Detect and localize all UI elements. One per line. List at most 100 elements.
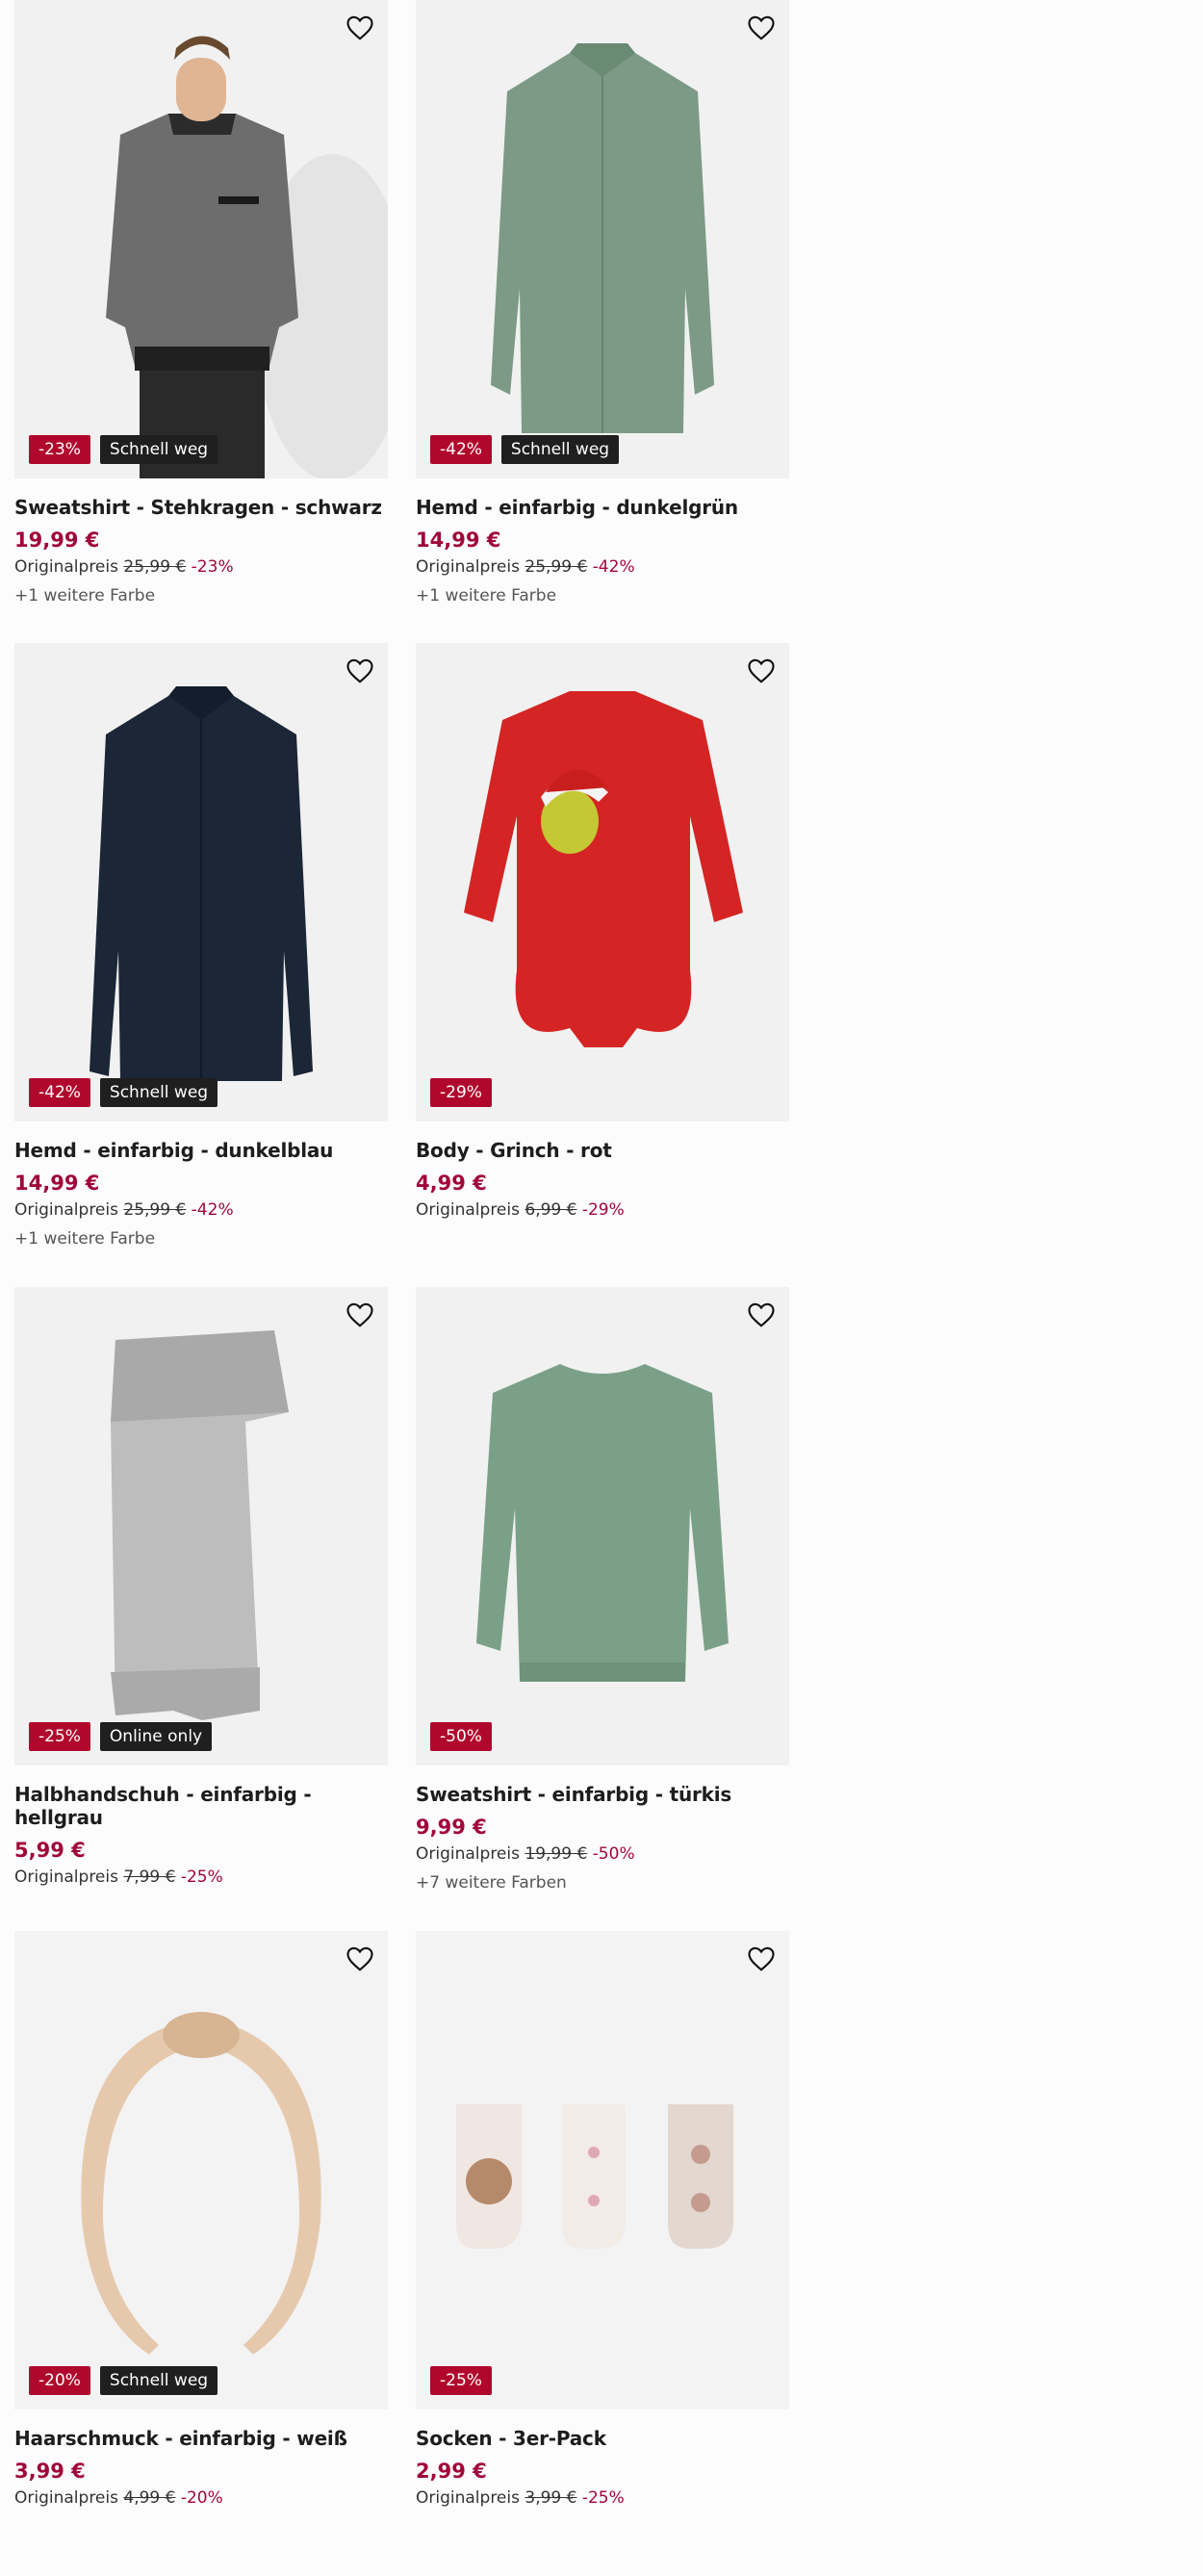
original-price-label: Originalpreis (416, 557, 520, 577)
original-price-line: Originalpreis 6,99 € -29% (416, 1200, 789, 1220)
product-card[interactable]: -42% Schnell weg Hemd - einfarbig - dunk… (416, 0, 789, 605)
product-card[interactable]: -23% Schnell weg Sweatshirt - Stehkragen… (14, 0, 388, 605)
original-price-line: Originalpreis 4,99 € -20% (14, 2488, 388, 2508)
original-price-line: Originalpreis 25,99 € -23% (14, 557, 388, 577)
product-price: 9,99 € (416, 1816, 487, 1839)
green-shirt-image (416, 0, 789, 478)
headband-image (14, 1931, 388, 2409)
status-badge: Schnell weg (99, 435, 218, 464)
product-price: 14,99 € (14, 1172, 100, 1195)
discount-badge: -42% (430, 435, 492, 464)
product-image[interactable]: -25% Online only (14, 1287, 388, 1765)
product-image[interactable]: -23% Schnell weg (14, 0, 388, 478)
badges: -25% Online only (29, 1722, 213, 1751)
wishlist-heart-icon[interactable] (743, 653, 780, 689)
original-price: 4,99 € (123, 2488, 176, 2508)
discount-percent: -42% (191, 1200, 234, 1220)
product-card[interactable]: -25% Socken - 3er-Pack 2,99 € Originalpr… (416, 1931, 789, 2508)
original-price-line: Originalpreis 19,99 € -50% (416, 1844, 789, 1864)
discount-badge: -23% (29, 435, 90, 464)
product-image[interactable]: -25% (416, 1931, 789, 2409)
discount-badge: -20% (29, 2366, 90, 2395)
status-badge: Schnell weg (500, 435, 620, 464)
status-badge: Online only (99, 1722, 213, 1751)
status-badge: Schnell weg (99, 1078, 218, 1107)
original-price-label: Originalpreis (14, 1868, 118, 1887)
product-card[interactable]: -50% Sweatshirt - einfarbig - türkis 9,9… (416, 1287, 789, 1893)
discount-percent: -29% (581, 1200, 625, 1220)
product-price: 19,99 € (14, 528, 100, 552)
wishlist-heart-icon[interactable] (342, 1297, 378, 1333)
original-price-label: Originalpreis (416, 1200, 520, 1220)
badges: -23% Schnell weg (29, 435, 218, 464)
discount-badge: -25% (29, 1722, 90, 1751)
sweatshirt-model-image (14, 0, 388, 478)
product-title[interactable]: Hemd - einfarbig - dunkelblau (14, 1139, 388, 1162)
wishlist-heart-icon[interactable] (743, 1941, 780, 1977)
original-price: 25,99 € (525, 557, 588, 577)
product-image[interactable]: -42% Schnell weg (14, 643, 388, 1121)
product-card[interactable]: -25% Online only Halbhandschuh - einfarb… (14, 1287, 388, 1887)
red-body-image (416, 643, 789, 1121)
wishlist-heart-icon[interactable] (743, 10, 780, 46)
discount-percent: -42% (592, 557, 635, 577)
product-image[interactable]: -42% Schnell weg (416, 0, 789, 478)
badges: -29% (430, 1078, 492, 1107)
original-price-label: Originalpreis (14, 1200, 118, 1220)
product-price: 2,99 € (416, 2460, 487, 2483)
socks-image (416, 1931, 789, 2409)
grey-glove-image (14, 1287, 388, 1765)
wishlist-heart-icon[interactable] (342, 1941, 378, 1977)
more-colors-link[interactable]: +7 weitere Farben (416, 1873, 789, 1893)
product-image[interactable]: -20% Schnell weg (14, 1931, 388, 2409)
original-price-label: Originalpreis (416, 2488, 520, 2508)
product-price: 3,99 € (14, 2460, 86, 2483)
product-price: 14,99 € (416, 528, 501, 552)
discount-percent: -23% (191, 557, 234, 577)
discount-percent: -20% (180, 2488, 223, 2508)
product-title[interactable]: Sweatshirt - einfarbig - türkis (416, 1783, 789, 1806)
discount-percent: -50% (592, 1844, 635, 1864)
original-price-label: Originalpreis (14, 2488, 118, 2508)
product-image[interactable]: -50% (416, 1287, 789, 1765)
discount-badge: -29% (430, 1078, 492, 1107)
product-title[interactable]: Haarschmuck - einfarbig - weiß (14, 2427, 388, 2450)
product-card[interactable]: -42% Schnell weg Hemd - einfarbig - dunk… (14, 643, 388, 1249)
original-price-label: Originalpreis (416, 1844, 520, 1864)
original-price-line: Originalpreis 25,99 € -42% (14, 1200, 388, 1220)
wishlist-heart-icon[interactable] (743, 1297, 780, 1333)
original-price: 3,99 € (525, 2488, 577, 2508)
badges: -20% Schnell weg (29, 2366, 218, 2395)
product-title[interactable]: Halbhandschuh - einfarbig - hellgrau (14, 1783, 388, 1829)
badges: -42% Schnell weg (29, 1078, 218, 1107)
status-badge: Schnell weg (99, 2366, 218, 2395)
original-price-label: Originalpreis (14, 557, 118, 577)
original-price: 25,99 € (123, 557, 187, 577)
discount-percent: -25% (581, 2488, 625, 2508)
discount-badge: -50% (430, 1722, 492, 1751)
original-price: 6,99 € (525, 1200, 577, 1220)
product-price: 5,99 € (14, 1839, 86, 1862)
product-title[interactable]: Socken - 3er-Pack (416, 2427, 789, 2450)
product-price: 4,99 € (416, 1172, 487, 1195)
product-title[interactable]: Body - Grinch - rot (416, 1139, 789, 1162)
original-price-line: Originalpreis 25,99 € -42% (416, 557, 789, 577)
more-colors-link[interactable]: +1 weitere Farbe (416, 586, 789, 605)
badges: -25% (430, 2366, 492, 2395)
original-price: 7,99 € (123, 1868, 176, 1887)
product-title[interactable]: Sweatshirt - Stehkragen - schwarz (14, 496, 388, 519)
navy-shirt-image (14, 643, 388, 1121)
original-price-line: Originalpreis 7,99 € -25% (14, 1868, 388, 1887)
product-image[interactable]: -29% (416, 643, 789, 1121)
discount-percent: -25% (180, 1868, 223, 1887)
product-title[interactable]: Hemd - einfarbig - dunkelgrün (416, 496, 789, 519)
wishlist-heart-icon[interactable] (342, 10, 378, 46)
wishlist-heart-icon[interactable] (342, 653, 378, 689)
product-card[interactable]: -29% Body - Grinch - rot 4,99 € Original… (416, 643, 789, 1220)
original-price: 19,99 € (525, 1844, 588, 1864)
original-price-line: Originalpreis 3,99 € -25% (416, 2488, 789, 2508)
product-card[interactable]: -20% Schnell weg Haarschmuck - einfarbig… (14, 1931, 388, 2508)
original-price: 25,99 € (123, 1200, 187, 1220)
more-colors-link[interactable]: +1 weitere Farbe (14, 1229, 388, 1249)
more-colors-link[interactable]: +1 weitere Farbe (14, 586, 388, 605)
